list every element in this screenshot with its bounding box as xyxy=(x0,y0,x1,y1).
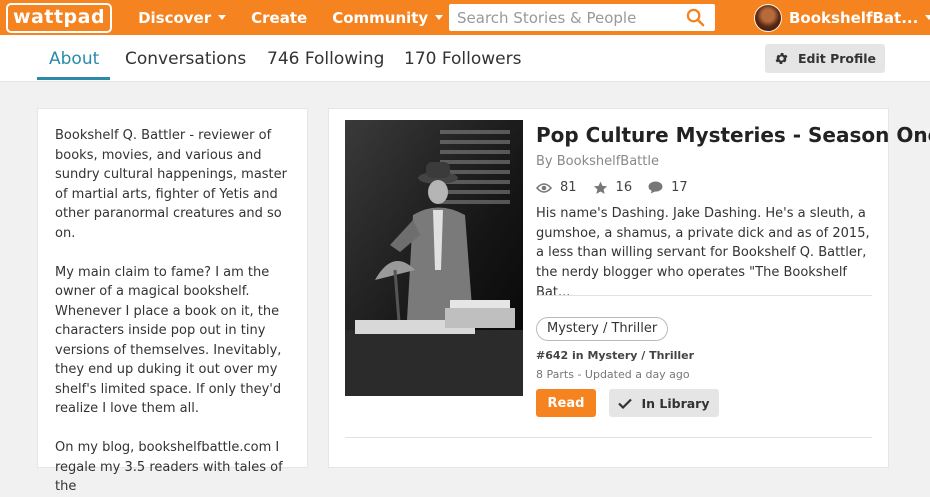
story-title[interactable]: Pop Culture Mysteries - Season One xyxy=(536,123,930,147)
about-paragraph: On my blog, bookshelfbattle.com I regale… xyxy=(55,440,283,494)
about-card: Bookshelf Q. Battler - reviewer of books… xyxy=(37,108,308,494)
tab-about[interactable]: About xyxy=(49,49,99,69)
eye-icon xyxy=(536,182,552,193)
story-cover-image[interactable] xyxy=(345,120,523,396)
top-navbar: wattpad Discover Create Community Booksh… xyxy=(0,0,930,35)
votes-stat: 16 xyxy=(593,180,633,195)
votes-count: 16 xyxy=(615,180,633,195)
search-icon[interactable] xyxy=(686,8,705,31)
tab-following[interactable]: 746 Following xyxy=(267,49,384,69)
username: BookshelfBat... xyxy=(789,8,919,27)
story-card: Pop Culture Mysteries - Season One By Bo… xyxy=(328,108,930,468)
about-paragraph: My main claim to fame? I am the owner of… xyxy=(55,264,282,417)
story-stats: 81 16 17 xyxy=(536,180,704,195)
nav-community[interactable]: Community xyxy=(332,8,444,27)
gear-icon xyxy=(775,53,788,64)
comments-count: 17 xyxy=(671,180,688,195)
story-description: His name's Dashing. Jake Dashing. He's a… xyxy=(536,206,870,300)
nav-create[interactable]: Create xyxy=(251,9,307,27)
divider xyxy=(345,437,872,438)
chevron-down-icon xyxy=(218,15,227,20)
comment-icon xyxy=(648,181,663,194)
search-input[interactable] xyxy=(449,7,679,28)
reads-count: 81 xyxy=(560,180,577,195)
read-button-label: Read xyxy=(547,395,585,411)
story-author[interactable]: By BookshelfBattle xyxy=(536,154,659,169)
edit-profile-button[interactable]: Edit Profile xyxy=(765,44,885,73)
tab-conversations[interactable]: Conversations xyxy=(125,49,246,69)
wattpad-logo[interactable]: wattpad xyxy=(6,2,113,33)
about-paragraph: Bookshelf Q. Battler - reviewer of books… xyxy=(55,128,287,241)
chevron-down-icon xyxy=(925,15,930,20)
nav-create-label: Create xyxy=(251,8,308,27)
nav-discover-label: Discover xyxy=(138,8,212,27)
comments-stat: 17 xyxy=(648,180,688,195)
chevron-down-icon xyxy=(435,15,444,20)
active-tab-indicator xyxy=(37,77,110,80)
in-library-button[interactable]: In Library xyxy=(609,389,719,417)
read-button[interactable]: Read xyxy=(536,389,596,417)
user-menu[interactable]: BookshelfBat... xyxy=(754,3,930,32)
story-tag[interactable]: Mystery / Thriller xyxy=(536,317,669,341)
reads-stat: 81 xyxy=(536,180,577,195)
star-icon xyxy=(593,181,607,194)
check-icon xyxy=(618,398,633,409)
nav-community-label: Community xyxy=(332,8,429,27)
divider xyxy=(536,295,872,296)
tab-followers[interactable]: 170 Followers xyxy=(404,49,521,69)
in-library-label: In Library xyxy=(641,395,710,411)
avatar[interactable] xyxy=(754,3,782,32)
story-meta: 8 Parts - Updated a day ago xyxy=(536,368,690,381)
search-box xyxy=(449,4,715,31)
nav-discover[interactable]: Discover xyxy=(138,8,227,27)
edit-profile-label: Edit Profile xyxy=(797,51,877,66)
story-rank[interactable]: #642 in Mystery / Thriller xyxy=(536,349,694,362)
profile-tabbar: About Conversations 746 Following 170 Fo… xyxy=(0,35,930,82)
